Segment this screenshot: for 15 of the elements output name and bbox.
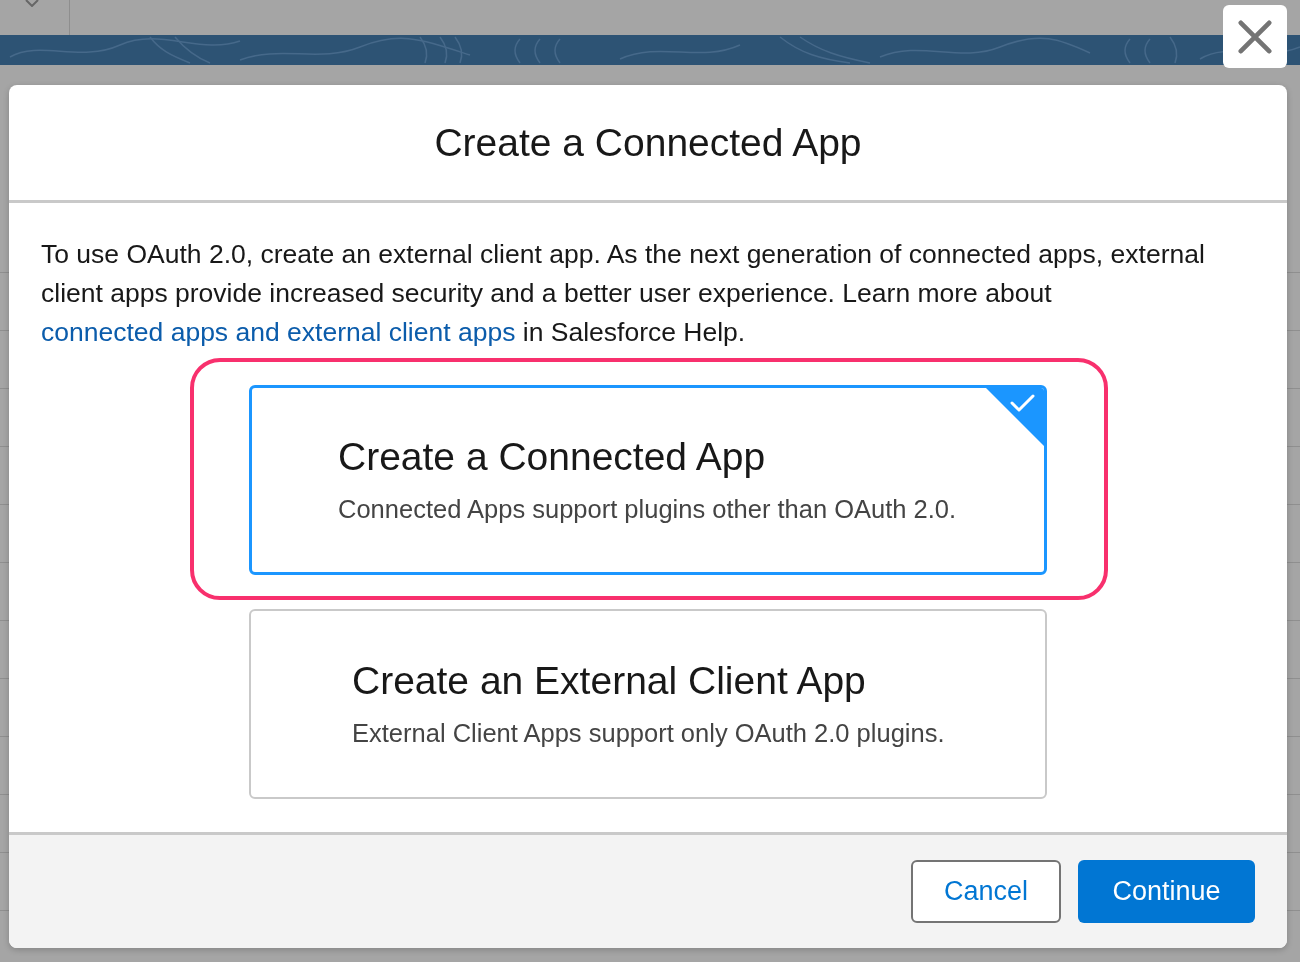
option-title: Create a Connected App: [338, 434, 766, 480]
chevron-down-icon: [25, 0, 39, 7]
option-card[interactable]: Create an External Client App External Client Apps support only OAuth 2.0 plugins.: [249, 609, 1047, 799]
help-link[interactable]: connected apps and external client apps: [41, 317, 516, 347]
continue-button[interactable]: Continue: [1078, 860, 1255, 923]
check-icon: [986, 388, 1044, 446]
close-icon: [1238, 19, 1272, 54]
option-card[interactable]: Create a Connected App Connected Apps support plugins other than OAuth 2.0.: [249, 385, 1047, 575]
modal-title: Create a Connected App: [434, 119, 862, 166]
option-description: External Client Apps support only OAuth 2.0 plugins.: [352, 718, 946, 748]
option-description: Connected Apps support plugins other than OAuth 2.0.: [338, 494, 958, 524]
option-title: Create an External Client App: [352, 658, 866, 704]
close-button[interactable]: [1223, 5, 1287, 68]
cancel-button[interactable]: Cancel: [911, 860, 1061, 923]
intro-text: To use OAuth 2.0, create an external client app. As the next generation of connected apps, external client apps provide increased security and a better user experience. Learn more about connected apps and external client apps in Salesforce Help.: [41, 238, 1206, 349]
